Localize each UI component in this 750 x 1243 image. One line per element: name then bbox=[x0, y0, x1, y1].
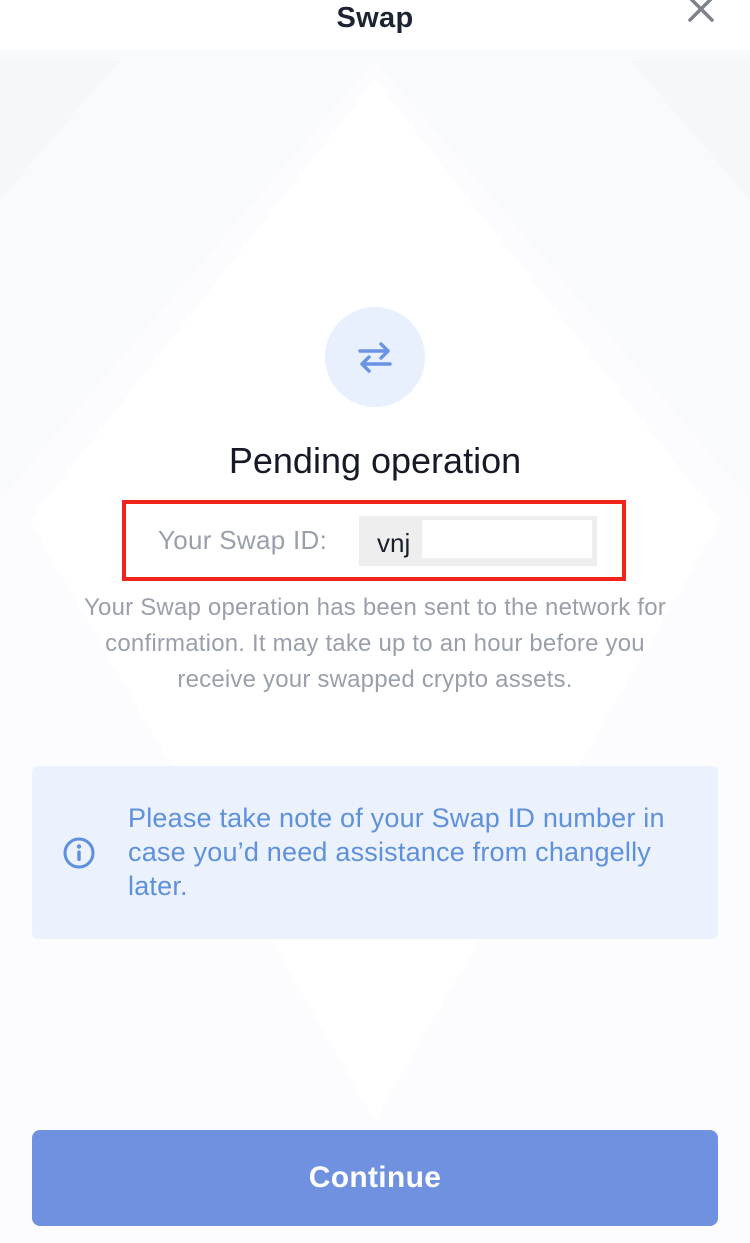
continue-button[interactable]: Continue bbox=[32, 1130, 718, 1226]
note-text: Please take note of your Swap ID number … bbox=[128, 803, 665, 901]
main-content: Pending operation Your Swap ID: vnj Your… bbox=[0, 0, 750, 1243]
swap-id-label: Your Swap ID: bbox=[158, 525, 328, 555]
swap-id-value: vnj bbox=[377, 528, 411, 558]
header-bar: Swap bbox=[0, 0, 750, 48]
status-description: Your Swap operation has been sent to the… bbox=[84, 594, 666, 693]
swap-id-field[interactable]: vnj bbox=[359, 516, 597, 566]
status-title: Pending operation bbox=[228, 440, 522, 481]
swap-arrows-icon bbox=[358, 342, 392, 373]
close-icon bbox=[688, 0, 714, 22]
swap-status-badge bbox=[325, 307, 425, 407]
swap-id-highlight: Your Swap ID: vnj bbox=[122, 500, 626, 581]
swap-id-redaction bbox=[422, 520, 592, 558]
close-button[interactable] bbox=[684, 0, 718, 26]
info-icon bbox=[63, 837, 95, 869]
info-note: Please take note of your Swap ID number … bbox=[32, 766, 718, 939]
page-title: Swap bbox=[336, 2, 414, 34]
